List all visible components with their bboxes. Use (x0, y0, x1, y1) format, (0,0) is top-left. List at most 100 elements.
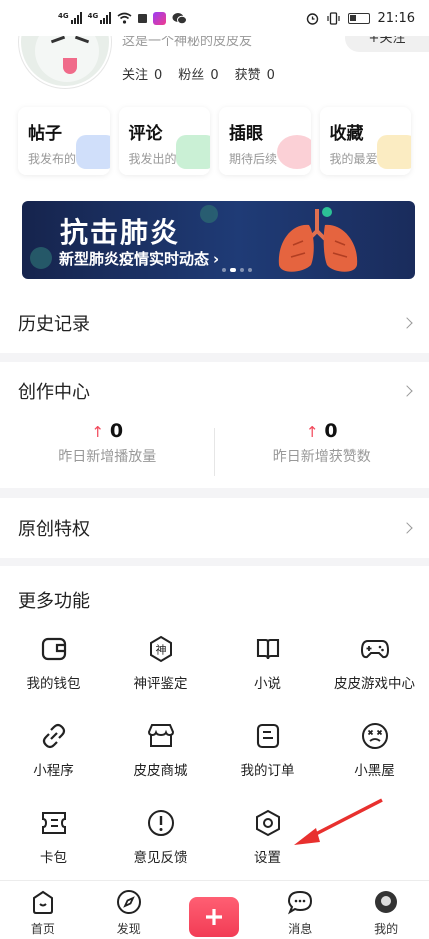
grid-label: 皮皮游戏中心 (334, 676, 415, 692)
alarm-icon (306, 12, 318, 25)
message-bubble-icon (288, 890, 313, 915)
wallet-icon (41, 637, 66, 661)
stat-new-likes[interactable]: ↑ 0 昨日新增获赞数 (215, 420, 429, 466)
video-app-icon (153, 11, 167, 25)
status-left: 4G 4G (58, 11, 188, 25)
chevron-right-icon (401, 522, 413, 534)
grid-label: 小程序 (33, 763, 74, 779)
tab-discover[interactable]: 发现 (86, 881, 172, 939)
original-privilege-label: 原创特权 (18, 519, 90, 540)
tab-label: 首页 (30, 922, 55, 936)
svg-text:神: 神 (155, 643, 166, 657)
grid-item-novel[interactable]: 小说 (214, 634, 321, 696)
tab-label: 消息 (288, 922, 313, 936)
chevron-right-icon (401, 317, 413, 329)
grid-label: 卡包 (40, 850, 67, 866)
link-icon (42, 723, 65, 749)
grid-label: 设置 (254, 850, 281, 866)
grid-item-mini-program[interactable]: 小程序 (0, 721, 107, 783)
grid-label: 我的钱包 (26, 676, 81, 692)
card-deco-icon (377, 135, 411, 169)
profile-stats: 关注 0 粉丝 0 获赞 0 (122, 64, 275, 83)
grid-item-store[interactable]: 皮皮商城 (107, 721, 214, 783)
bottom-tab-bar: 首页 发现 消息 我的 (0, 880, 429, 939)
virus-deco (200, 205, 218, 223)
compass-icon (116, 890, 141, 914)
avatar[interactable] (19, 36, 111, 88)
stat-likes[interactable]: 获赞 0 (235, 64, 275, 83)
tab-messages[interactable]: 消息 (257, 881, 343, 939)
tab-label: 我的 (374, 922, 399, 936)
tab-publish[interactable] (172, 881, 258, 939)
grid-item-wallet[interactable]: 我的钱包 (0, 634, 107, 696)
card-deco-icon (75, 135, 110, 169)
card-comments[interactable]: 评论 我发出的 (118, 107, 210, 175)
grid-label: 皮皮商城 (133, 763, 188, 779)
virus-deco (30, 247, 52, 269)
grid-item-feedback[interactable]: 意见反馈 (107, 808, 214, 870)
home-icon (32, 890, 53, 914)
banner-title: 抗击肺炎 (60, 216, 181, 249)
tab-me[interactable]: 我的 (343, 881, 429, 939)
stat-label: 昨日新增播放量 (58, 449, 157, 465)
divider (214, 428, 215, 476)
card-icon (41, 812, 66, 834)
creator-center: 创作中心 ↑ 0 昨日新增播放量 ↑ 0 昨日新增获赞数 (0, 362, 429, 488)
stat-value: 0 (324, 420, 338, 442)
creator-stats: ↑ 0 昨日新增播放量 ↑ 0 昨日新增获赞数 (0, 420, 429, 476)
banner-pagination (222, 268, 252, 272)
card-posts[interactable]: 帖子 我发布的 (18, 107, 110, 175)
grid-label: 神评鉴定 (133, 676, 188, 692)
stat-new-plays[interactable]: ↑ 0 昨日新增播放量 (0, 420, 215, 466)
tab-label: 发现 (116, 922, 141, 936)
publish-button[interactable] (189, 897, 240, 937)
wechat-icon (172, 12, 188, 24)
arrow-up-icon: ↑ (305, 423, 319, 441)
grid-label: 小说 (254, 676, 281, 692)
signal-icon: 4G (58, 12, 82, 24)
banner-subtitle: 新型肺炎疫情实时动态 › (59, 250, 220, 268)
grid-item-card-pack[interactable]: 卡包 (0, 808, 107, 870)
history-row[interactable]: 历史记录 (0, 293, 429, 353)
shen-badge-icon: 神 (149, 635, 172, 663)
feedback-icon (147, 810, 174, 836)
grid-label: 意见反馈 (133, 850, 188, 866)
grid-label: 小黑屋 (354, 763, 395, 779)
gamepad-icon (360, 640, 389, 659)
grid-item-orders[interactable]: 我的订单 (214, 721, 321, 783)
lungs-icon (278, 209, 358, 272)
tab-home[interactable]: 首页 (0, 881, 86, 939)
grid-item-black-room[interactable]: 小黑屋 (321, 721, 428, 783)
follow-button[interactable]: +关注 (345, 36, 429, 52)
status-bar: 4G 4G 21:16 (0, 0, 429, 36)
plus-icon (206, 909, 223, 925)
book-icon (256, 638, 279, 660)
status-right: 21:16 (306, 11, 415, 26)
creator-center-header[interactable]: 创作中心 (0, 362, 429, 420)
quick-cards: 帖子 我发布的 评论 我发出的 插眼 期待后续 收藏 我的最爱 (0, 89, 429, 185)
card-favorites[interactable]: 收藏 我的最爱 (319, 107, 411, 175)
vibrate-icon (326, 11, 340, 25)
grid-item-game-center[interactable]: 皮皮游戏中心 (321, 634, 428, 696)
wifi-icon (117, 12, 132, 24)
grid-item-shenping[interactable]: 神 神评鉴定 (107, 634, 214, 696)
chevron-right-icon (401, 385, 413, 397)
card-bookmarks-eye[interactable]: 插眼 期待后续 (219, 107, 311, 175)
original-privilege-row[interactable]: 原创特权 (0, 498, 429, 558)
creator-center-label: 创作中心 (18, 382, 90, 403)
profile-header: 这是一个神秘的皮皮友 +关注 关注 0 粉丝 0 获赞 0 (0, 36, 429, 89)
more-functions-title: 更多功能 (18, 591, 90, 612)
stat-value: 0 (109, 420, 124, 442)
signal-icon-2: 4G (88, 12, 112, 24)
arrow-up-icon: ↑ (91, 423, 104, 441)
card-deco-icon (176, 135, 210, 169)
epidemic-banner[interactable]: 抗击肺炎 新型肺炎疫情实时动态 › (22, 201, 415, 279)
order-icon (256, 723, 279, 749)
stat-following[interactable]: 关注 0 (122, 64, 162, 83)
stat-fans[interactable]: 粉丝 0 (178, 64, 218, 83)
battery-icon (347, 12, 370, 24)
notification-square-icon (138, 13, 148, 23)
stat-label: 昨日新增获赞数 (272, 449, 371, 465)
dizzy-face-icon (361, 723, 388, 749)
history-label: 历史记录 (18, 314, 90, 335)
